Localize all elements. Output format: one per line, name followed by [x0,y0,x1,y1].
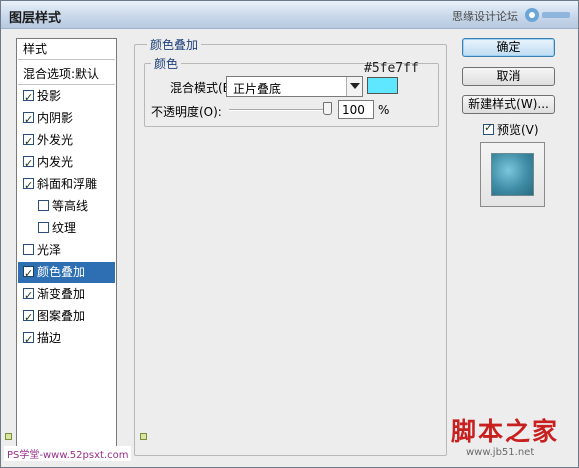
style-item-checkbox[interactable] [23,87,34,108]
style-item-checkbox[interactable] [23,244,34,255]
style-item-label: 渐变叠加 [37,287,86,301]
opacity-label: 不透明度(O): [151,105,222,119]
opacity-unit: % [378,103,390,117]
style-list-header[interactable]: 样式 [18,39,115,60]
layer-style-dialog: 图层样式 思缘设计论坛 样式 混合选项:默认 投影内阴影外发光内发光斜面和浮雕等… [0,0,579,468]
style-item[interactable]: 纹理 [18,218,115,239]
style-item-label: 图案叠加 [37,309,86,323]
style-list-panel: 样式 混合选项:默认 投影内阴影外发光内发光斜面和浮雕等高线纹理光泽颜色叠加渐变… [16,38,117,454]
corner-mark-icon [140,433,147,440]
blend-mode-value: 正片叠底 [233,82,282,96]
dropdown-arrow-icon[interactable] [346,77,362,96]
style-item[interactable]: 等高线 [18,196,115,217]
style-item-label: 内阴影 [37,111,74,125]
style-item-checkbox[interactable] [23,131,34,152]
watermark-bottom-url: www.jb51.net [466,447,535,458]
style-item[interactable]: 内发光 [18,152,115,174]
style-item-label: 投影 [37,89,62,103]
color-subgroup-title: 颜色 [151,55,182,72]
color-hex-annotation: #5fe7ff [364,61,419,76]
style-item[interactable]: 光泽 [18,240,115,261]
style-item-label: 纹理 [52,221,77,235]
style-item[interactable]: 渐变叠加 [18,284,115,306]
watermark-logo-icon [525,8,570,22]
style-item-checkbox[interactable] [38,222,49,233]
style-item[interactable]: 颜色叠加 [18,262,115,284]
preview-swatch [491,153,534,196]
style-item-label: 光泽 [37,243,62,257]
opacity-input[interactable]: 100 [338,100,374,119]
preview-checkbox-box[interactable] [483,121,494,135]
corner-mark-icon [5,433,12,440]
ok-button[interactable]: 确定 [462,38,555,57]
preview-thumbnail [480,142,545,207]
style-item[interactable]: 内阴影 [18,108,115,130]
style-item-checkbox[interactable] [23,263,34,284]
opacity-slider-thumb[interactable] [323,102,332,115]
style-item-label: 颜色叠加 [37,265,86,279]
style-item-label: 内发光 [37,155,74,169]
cancel-button[interactable]: 取消 [462,67,555,86]
watermark-bottom-right: 脚本之家 [451,417,560,446]
color-overlay-group-title: 颜色叠加 [147,36,202,53]
style-item-checkbox[interactable] [23,285,34,306]
style-item-checkbox[interactable] [23,175,34,196]
opacity-slider-track[interactable] [229,109,331,111]
style-item[interactable]: 图案叠加 [18,306,115,328]
style-item-label: 斜面和浮雕 [37,177,98,191]
style-item[interactable]: 投影 [18,86,115,108]
overlay-color-swatch[interactable] [367,77,398,94]
preview-label: 预览(V) [497,123,539,137]
style-item-checkbox[interactable] [23,153,34,174]
new-style-button[interactable]: 新建样式(W)... [462,95,555,114]
preview-checkbox[interactable]: 预览(V) [483,121,539,138]
watermark-bottom-left: PS学堂-www.52psxt.com [4,446,132,461]
blend-mode-select[interactable]: 正片叠底 [226,76,363,97]
title-bar: 图层样式 思缘设计论坛 [1,1,578,29]
style-item-checkbox[interactable] [23,329,34,350]
watermark-forum-text: 思缘设计论坛 [452,10,518,23]
style-item-checkbox[interactable] [23,307,34,328]
style-item-label: 描边 [37,331,62,345]
style-item-label: 外发光 [37,133,74,147]
style-item-label: 等高线 [52,199,89,213]
style-item-checkbox[interactable] [38,200,49,211]
style-item[interactable]: 描边 [18,328,115,350]
style-item-checkbox[interactable] [23,109,34,130]
dialog-title: 图层样式 [9,11,62,26]
blend-options-item[interactable]: 混合选项:默认 [18,64,115,85]
style-item[interactable]: 斜面和浮雕 [18,174,115,196]
style-item[interactable]: 外发光 [18,130,115,152]
